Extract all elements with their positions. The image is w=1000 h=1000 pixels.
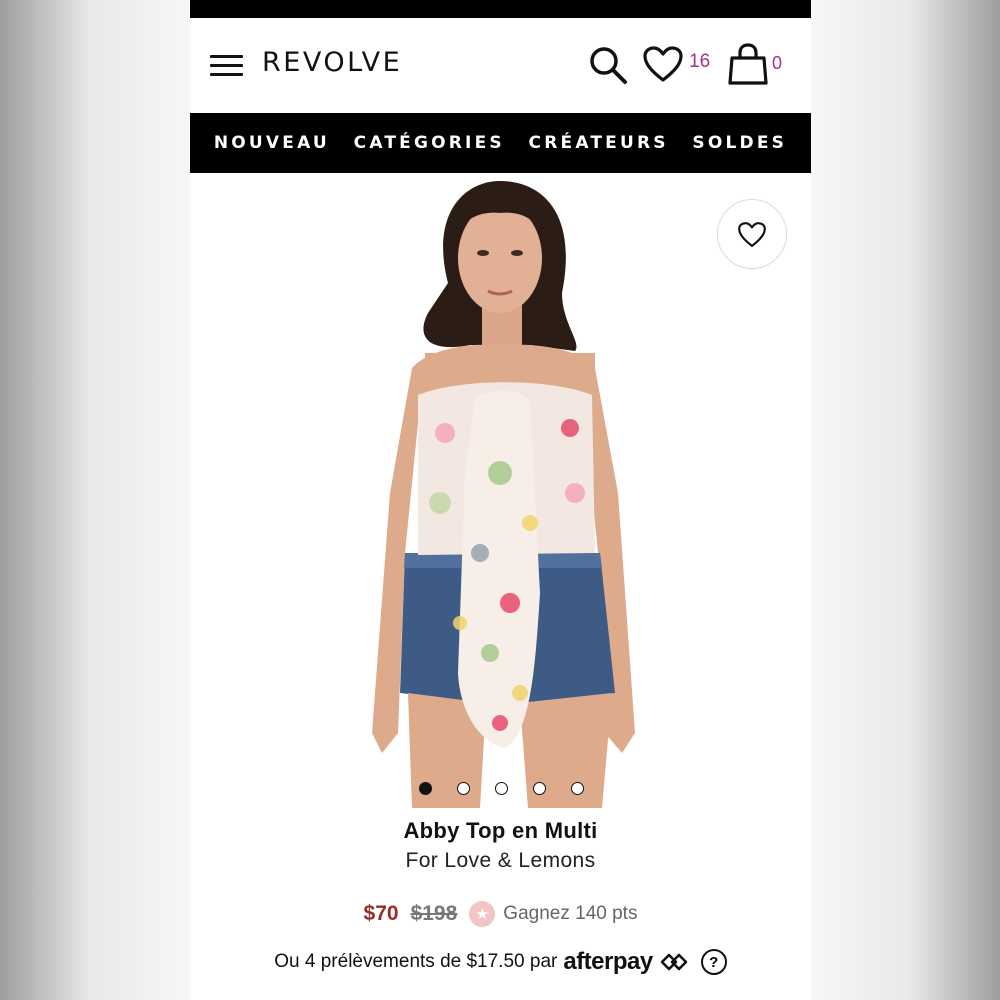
bag-count: 0 xyxy=(772,53,783,73)
site-header: REVOLVE 16 0 xyxy=(190,18,811,113)
gallery-dot-4[interactable] xyxy=(533,782,546,795)
nav-item-createurs[interactable]: CRÉATEURS xyxy=(529,133,669,153)
status-bar xyxy=(190,0,811,18)
nav-item-soldes[interactable]: SOLDES xyxy=(692,133,787,153)
phone-screen: REVOLVE 16 0 NOUVEAU CATÉGORIES CRÉATEUR… xyxy=(190,0,811,1000)
favorite-button[interactable] xyxy=(717,199,787,269)
sale-price: $70 xyxy=(363,902,399,925)
gallery-dot-1[interactable] xyxy=(419,782,432,795)
price-row: $70 $198 ★ Gagnez 140 pts xyxy=(190,899,811,929)
product-gallery xyxy=(190,173,811,813)
original-price: $198 xyxy=(410,902,458,925)
wishlist-count: 16 xyxy=(689,51,711,72)
product-title: Abby Top en Multi xyxy=(403,818,598,843)
search-icon[interactable] xyxy=(587,44,629,86)
afterpay-logo: afterpay xyxy=(563,948,653,975)
product-image[interactable] xyxy=(190,173,811,808)
nav-item-categories[interactable]: CATÉGORIES xyxy=(354,133,505,153)
installment-row: Ou 4 prélèvements de $17.50 par afterpay… xyxy=(190,945,811,979)
favorite-heart-icon xyxy=(738,221,766,247)
bag-icon[interactable] xyxy=(727,42,769,86)
gallery-dot-3[interactable] xyxy=(495,782,508,795)
menu-icon[interactable] xyxy=(210,55,243,77)
product-brand[interactable]: For Love & Lemons xyxy=(190,849,811,873)
gallery-dot-5[interactable] xyxy=(571,782,584,795)
points-text: Gagnez 140 pts xyxy=(503,903,638,924)
installment-text: Ou 4 prélèvements de $17.50 par xyxy=(274,951,558,972)
afterpay-arrows-icon xyxy=(660,953,688,971)
help-icon[interactable]: ? xyxy=(700,949,727,975)
gallery-dot-2[interactable] xyxy=(457,782,470,795)
nav-item-nouveau[interactable]: NOUVEAU xyxy=(214,133,330,153)
heart-icon[interactable] xyxy=(642,45,684,83)
site-logo[interactable]: REVOLVE xyxy=(262,47,402,78)
star-icon: ★ xyxy=(469,901,496,927)
category-nav: NOUVEAU CATÉGORIES CRÉATEURS SOLDES xyxy=(190,113,811,173)
gallery-dots xyxy=(190,782,811,798)
